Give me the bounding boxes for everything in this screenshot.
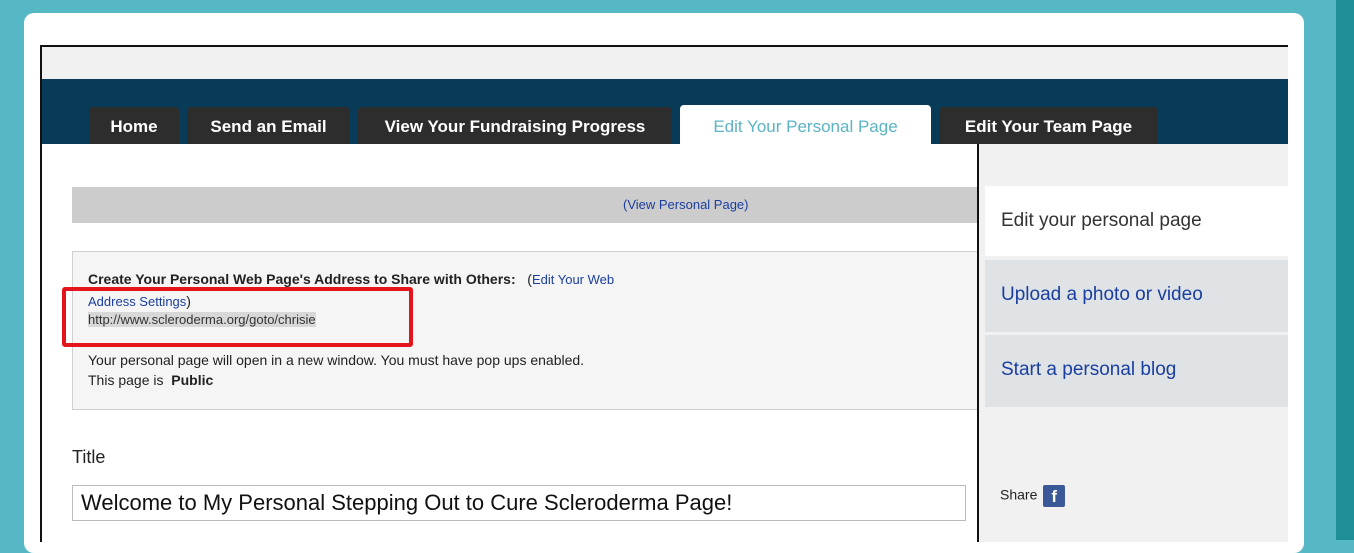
top-strip — [42, 47, 1288, 79]
side-item-upload-photo[interactable]: Upload a photo or video — [985, 260, 1288, 332]
tab-home[interactable]: Home — [89, 107, 179, 144]
facebook-icon[interactable]: f — [1043, 485, 1066, 507]
share-section: Share f — [1000, 485, 1066, 507]
side-item-personal-blog[interactable]: Start a personal blog — [985, 335, 1288, 407]
page-status: This page is Public — [88, 372, 213, 388]
title-label: Title — [72, 447, 106, 467]
tab-edit-team-page[interactable]: Edit Your Team Page — [939, 107, 1158, 144]
popup-note: Your personal page will open in a new wi… — [88, 352, 585, 368]
page-status-prefix: This page is — [88, 372, 164, 388]
page-frame: Home Send an Email View Your Fundraising… — [40, 45, 1288, 542]
title-input[interactable]: Welcome to My Personal Stepping Out to C… — [72, 485, 966, 521]
tab-edit-personal-page[interactable]: Edit Your Personal Page — [680, 105, 931, 146]
view-personal-page-link[interactable]: (View Personal Page) — [623, 197, 749, 212]
side-item-edit-personal-page[interactable]: Edit your personal page — [985, 186, 1288, 256]
share-label: Share — [1000, 486, 1038, 503]
web-address-heading: Create Your Personal Web Page's Address … — [88, 271, 516, 287]
tab-fundraising-progress[interactable]: View Your Fundraising Progress — [358, 107, 672, 144]
page-status-value: Public — [171, 372, 214, 388]
tab-send-email[interactable]: Send an Email — [187, 107, 350, 144]
edit-web-address-link[interactable]: Edit Your Web — [532, 272, 614, 287]
background-edge — [1336, 0, 1354, 540]
side-panel: Edit your personal page Upload a photo o… — [977, 144, 1288, 542]
web-address-heading-line: Create Your Personal Web Page's Address … — [88, 271, 614, 287]
header-bar: (View Personal Page) — [72, 187, 979, 223]
url-highlight-box — [62, 287, 413, 347]
